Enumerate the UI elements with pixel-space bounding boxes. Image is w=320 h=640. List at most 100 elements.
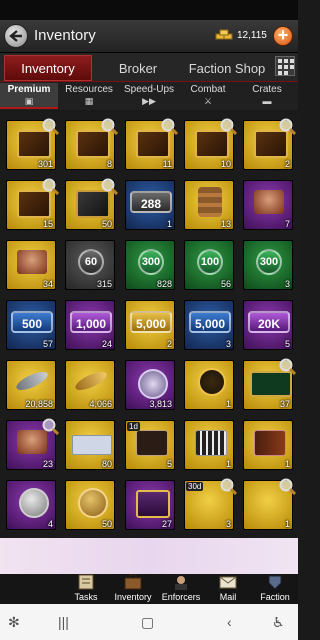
item-count: 57 [42,339,53,349]
inventory-briefcase-icon [124,574,142,590]
inventory-item[interactable]: 301 [6,118,59,170]
subtab-crates[interactable]: Crates ▬ [238,83,296,109]
nav-inventory-label: Inventory [114,592,152,602]
inventory-item[interactable]: 1 [184,420,234,470]
item-feather-grey-icon [14,368,50,394]
nav-enforcers[interactable]: Enforcers [156,574,206,604]
magnifier-icon [161,118,178,135]
item-value-plaque: 500 [11,311,53,333]
item-duration-tag: 1d [127,422,140,431]
tab-faction-shop[interactable]: Faction Shop [182,55,272,81]
item-value-plaque: 60 [78,249,104,275]
item-count: 3 [284,279,290,289]
inventory-item[interactable]: 5,000 3 [184,300,234,350]
main-tab-bar: Inventory Broker Faction Shop [0,53,298,83]
inventory-item[interactable]: 11 [125,118,178,170]
item-count: 1 [225,399,231,409]
item-count: 1 [225,459,231,469]
inventory-item[interactable]: 1 [184,360,234,410]
item-count: 10 [220,159,231,169]
item-count: 15 [42,219,53,229]
subtab-premium[interactable]: Premium ▣ [0,83,58,109]
item-count: 23 [42,459,53,469]
nav-mail[interactable]: Mail [203,574,253,604]
inventory-item[interactable]: 4 [6,480,56,530]
inventory-item[interactable]: 10 [184,118,237,170]
recent-apps-icon[interactable]: ||| [58,614,69,630]
inventory-item[interactable]: 2 [243,118,296,170]
inventory-item[interactable]: 1,000 24 [65,300,115,350]
subtab-combat[interactable]: Combat ⚔ [180,83,236,109]
inventory-item[interactable]: 80 [65,420,115,470]
item-value-plaque: 1,000 [70,311,112,333]
inventory-item[interactable]: 4,066 [65,360,115,410]
item-count: 315 [96,279,112,289]
magnifier-icon [279,478,296,495]
resources-icon: ▦ [84,96,94,106]
item-rosette-icon [138,369,168,399]
settings-gear-icon[interactable]: ✻ [8,614,20,631]
item-count: 5 [166,459,172,469]
magnifier-icon [42,118,59,135]
inventory-item[interactable]: 100 56 [184,240,234,290]
tab-broker[interactable]: Broker [96,55,180,81]
subtab-speed-ups-label: Speed-Ups [123,84,175,95]
category-tab-bar: Premium ▣ Resources ▦ Speed-Ups ▶▶ Comba… [0,82,298,110]
subtab-premium-label: Premium [7,84,51,95]
back-nav-icon[interactable]: ‹ [227,614,232,630]
add-gold-button[interactable]: + [273,26,293,46]
inventory-item[interactable]: 1 [243,478,296,530]
status-bar [0,0,298,20]
item-silvercoin-icon [19,488,49,518]
tab-inventory[interactable]: Inventory [4,55,92,81]
inventory-item[interactable]: 15 [6,178,59,230]
item-count: 8 [106,159,112,169]
item-value-plaque: 5,000 [189,311,231,333]
inventory-item[interactable]: 20K 5 [243,300,293,350]
nav-enforcers-label: Enforcers [161,592,201,602]
inventory-item[interactable]: 7 [243,180,293,230]
item-count: 828 [156,279,172,289]
item-count: 80 [101,459,112,469]
item-value-plaque: 300 [256,249,282,275]
inventory-item[interactable]: 5,000 2 [125,300,175,350]
inventory-item[interactable]: 500 57 [6,300,56,350]
inventory-item[interactable]: 60 315 [65,240,115,290]
inventory-item[interactable]: 37 [243,358,296,410]
inventory-item[interactable]: 27 [125,480,175,530]
nav-faction[interactable]: Faction [250,574,300,604]
item-count: 3,813 [149,399,172,409]
inventory-item[interactable]: 300 3 [243,240,293,290]
inventory-item[interactable]: 1 [243,420,293,470]
nav-tasks[interactable]: Tasks [61,574,111,604]
faction-icon [268,575,282,590]
item-count: 1 [166,219,172,229]
inventory-item[interactable]: 3,813 [125,360,175,410]
inventory-item[interactable]: 288 1 [125,180,175,230]
inventory-item[interactable]: 23 [6,418,59,470]
item-count: 37 [279,399,290,409]
home-icon[interactable]: ▢ [141,614,154,631]
accessibility-icon[interactable]: ♿ [272,614,285,631]
inventory-item[interactable]: 300 828 [125,240,175,290]
item-count: 11 [162,159,172,169]
inventory-item[interactable]: 8 [65,118,118,170]
nav-inventory[interactable]: Inventory [108,574,158,604]
item-count: 7 [284,219,290,229]
android-nav-bar: ✻ ||| ▢ ‹ ♿ [0,604,298,640]
grid-menu-button[interactable] [275,56,295,76]
inventory-item[interactable]: 50 [65,480,115,530]
subtab-speed-ups[interactable]: Speed-Ups ▶▶ [119,83,179,109]
back-button[interactable] [4,24,28,48]
inventory-item[interactable]: 50 [65,178,118,230]
inventory-item[interactable]: 30d 3 [184,478,237,530]
inventory-item[interactable]: 13 [184,180,234,230]
item-count: 13 [220,219,231,229]
item-value-plaque: 300 [138,249,164,275]
subtab-resources[interactable]: Resources ▦ [60,83,118,109]
item-count: 1 [284,519,290,529]
inventory-item[interactable]: 20,858 [6,360,56,410]
magnifier-icon [279,358,296,375]
inventory-item[interactable]: 34 [6,240,56,290]
inventory-item[interactable]: 1d 5 [125,420,175,470]
